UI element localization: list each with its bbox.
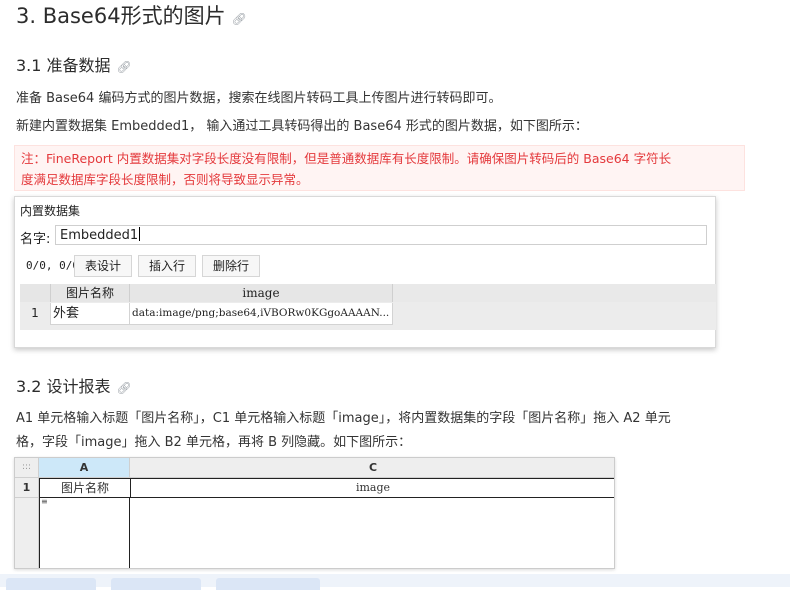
name-input[interactable]: Embedded1 [55, 225, 707, 245]
cell-a2[interactable] [39, 497, 130, 568]
link-icon[interactable]: 🔗︎ [117, 381, 132, 395]
note-line: 注：FineReport 内置数据集对字段长度没有限制，但是普通数据库有长度限制… [21, 151, 672, 166]
embedded-dataset-dialog: 内置数据集 名字: Embedded1 0/0, 0/0 表设计 插入行 删除行… [14, 196, 716, 348]
delete-row-button[interactable]: 删除行 [202, 255, 260, 277]
paragraph: 格，字段「image」拖入 B2 单元格，再将 B 列隐藏。如下图所示： [16, 435, 412, 450]
paragraph: 准备 Base64 编码方式的图片数据，搜索在线图片转码工具上传图片进行转码即可… [16, 91, 502, 106]
column-header-image[interactable]: image [130, 284, 393, 302]
column-header-name[interactable]: 图片名称 [51, 284, 130, 302]
row-count: 0/0, 0/0 [26, 259, 79, 272]
bottom-tab[interactable] [216, 578, 320, 590]
column-header-a[interactable]: A [39, 458, 130, 478]
report-design-sheet: ::: A C 1 图片名称 image ≡ [14, 457, 615, 569]
paragraph: A1 单元格输入标题「图片名称」，C1 单元格输入标题「image」，将内置数据… [16, 411, 671, 426]
sheet-corner[interactable]: ::: [15, 458, 39, 478]
bottom-tab[interactable] [111, 578, 201, 590]
name-label: 名字: [20, 232, 51, 247]
cell-c1[interactable]: image [130, 478, 614, 498]
warning-note: 注：FineReport 内置数据集对字段长度没有限制，但是普通数据库有长度限制… [14, 145, 745, 191]
row-number-header [20, 284, 51, 302]
name-value: Embedded1 [60, 228, 139, 243]
section-31-heading: 3.1 准备数据 🔗︎ [16, 52, 132, 76]
bottom-tab[interactable] [6, 578, 96, 590]
row-header-2[interactable] [15, 498, 39, 568]
cell-a1[interactable]: 图片名称 [39, 478, 131, 498]
link-icon[interactable]: 🔗︎ [117, 60, 132, 74]
table-design-button[interactable]: 表设计 [74, 255, 132, 277]
field-marker-icon: ≡ [41, 497, 48, 506]
dialog-title: 内置数据集 [20, 204, 81, 218]
insert-row-button[interactable]: 插入行 [138, 255, 196, 277]
cell-image[interactable]: data:image/png;base64,iVBORw0KGgoAAAAN..… [130, 303, 393, 325]
section-32-heading: 3.2 设计报表 🔗︎ [16, 373, 132, 397]
column-header-c[interactable]: C [130, 458, 614, 478]
paragraph: 新建内置数据集 Embedded1， 输入通过工具转码得出的 Base64 形式… [16, 119, 588, 134]
section-3-title: 3. Base64形式的图片 [16, 4, 226, 28]
section-31-title: 3.1 准备数据 [16, 56, 111, 75]
cell-name[interactable]: 外套 [51, 303, 130, 325]
link-icon[interactable]: 🔗︎ [232, 12, 247, 26]
note-line: 度满足数据库字段长度限制，否则将导致显示异常。 [21, 172, 309, 187]
cell-c2[interactable] [130, 497, 614, 568]
section-32-title: 3.2 设计报表 [16, 377, 111, 396]
row-header-1[interactable]: 1 [15, 478, 39, 498]
header-filler [393, 284, 716, 302]
section-3-heading: 3. Base64形式的图片 🔗︎ [16, 0, 247, 30]
text-caret [139, 227, 141, 241]
dataset-grid: 图片名称 image 1 外套 data:image/png;base64,iV… [20, 284, 716, 330]
row-number: 1 [20, 303, 51, 325]
